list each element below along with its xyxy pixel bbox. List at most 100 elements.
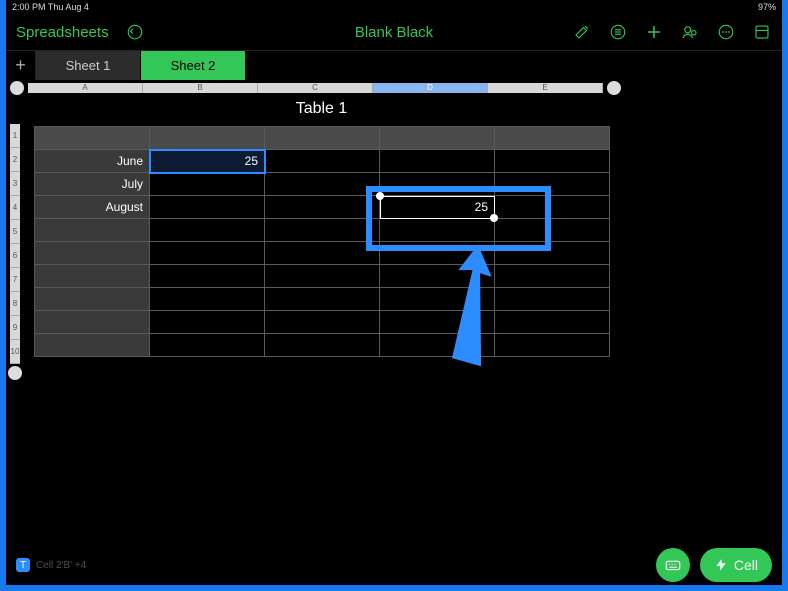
- row-header-10[interactable]: 10: [10, 340, 20, 364]
- cell-a4[interactable]: August: [35, 196, 150, 219]
- cell-a10[interactable]: [35, 334, 150, 357]
- cell-e8[interactable]: [495, 288, 610, 311]
- row-header-7[interactable]: 7: [10, 268, 20, 292]
- table-row[interactable]: [35, 242, 610, 265]
- cell-e7[interactable]: [495, 265, 610, 288]
- table-header-row[interactable]: [35, 127, 610, 150]
- cell-d6[interactable]: [380, 242, 495, 265]
- cell-d10[interactable]: [380, 334, 495, 357]
- table-row[interactable]: [35, 265, 610, 288]
- cell-c6[interactable]: [265, 242, 380, 265]
- cell-a3[interactable]: July: [35, 173, 150, 196]
- cell-d1[interactable]: [380, 127, 495, 150]
- cell-d4[interactable]: 25: [380, 196, 495, 219]
- col-ruler-origin[interactable]: [10, 81, 24, 95]
- table-row[interactable]: June 25: [35, 150, 610, 173]
- panel-icon[interactable]: [752, 22, 772, 42]
- cell-a9[interactable]: [35, 311, 150, 334]
- col-header-b[interactable]: B: [143, 83, 258, 93]
- cell-a5[interactable]: [35, 219, 150, 242]
- table-row[interactable]: [35, 219, 610, 242]
- paint-icon[interactable]: [572, 22, 592, 42]
- cell-e10[interactable]: [495, 334, 610, 357]
- collab-icon[interactable]: [680, 22, 700, 42]
- cell-d5[interactable]: [380, 219, 495, 242]
- row-header-1[interactable]: 1: [10, 124, 20, 148]
- cell-a2[interactable]: June: [35, 150, 150, 173]
- cell-b3[interactable]: [150, 173, 265, 196]
- cell-b5[interactable]: [150, 219, 265, 242]
- cell-d3[interactable]: [380, 173, 495, 196]
- table-row[interactable]: [35, 334, 610, 357]
- cell-e1[interactable]: [495, 127, 610, 150]
- col-header-e[interactable]: E: [488, 83, 603, 93]
- cell-b10[interactable]: [150, 334, 265, 357]
- col-header-d[interactable]: D: [373, 83, 488, 93]
- plus-icon[interactable]: [644, 22, 664, 42]
- cell-a8[interactable]: [35, 288, 150, 311]
- cell-c8[interactable]: [265, 288, 380, 311]
- cell-d7[interactable]: [380, 265, 495, 288]
- back-button[interactable]: Spreadsheets: [16, 24, 109, 41]
- row-header-5[interactable]: 5: [10, 220, 20, 244]
- cell-c4[interactable]: [265, 196, 380, 219]
- cell-button[interactable]: Cell: [700, 548, 772, 582]
- row-ruler[interactable]: 1 2 3 4 5 6 7 8 9 10: [6, 96, 24, 585]
- add-sheet-button[interactable]: +: [6, 51, 36, 80]
- table-row[interactable]: July: [35, 173, 610, 196]
- cell-d2[interactable]: [380, 150, 495, 173]
- selection-handle-br[interactable]: [490, 214, 498, 222]
- cell-a7[interactable]: [35, 265, 150, 288]
- cell-c10[interactable]: [265, 334, 380, 357]
- cell-e4[interactable]: [495, 196, 610, 219]
- table-row[interactable]: [35, 288, 610, 311]
- cell-b9[interactable]: [150, 311, 265, 334]
- col-header-c[interactable]: C: [258, 83, 373, 93]
- cell-b4[interactable]: [150, 196, 265, 219]
- row-header-8[interactable]: 8: [10, 292, 20, 316]
- spreadsheet-table[interactable]: June 25 July August: [34, 126, 610, 357]
- cell-e6[interactable]: [495, 242, 610, 265]
- cell-d8[interactable]: [380, 288, 495, 311]
- row-header-6[interactable]: 6: [10, 244, 20, 268]
- cell-a6[interactable]: [35, 242, 150, 265]
- more-icon[interactable]: [716, 22, 736, 42]
- tab-label: Sheet 1: [66, 58, 111, 73]
- row-header-4[interactable]: 4: [10, 196, 20, 220]
- cell-d9[interactable]: [380, 311, 495, 334]
- table-row[interactable]: [35, 311, 610, 334]
- cell-b2[interactable]: 25: [150, 150, 265, 173]
- col-header-a[interactable]: A: [28, 83, 143, 93]
- row-header-2[interactable]: 2: [10, 148, 20, 172]
- cell-c1[interactable]: [265, 127, 380, 150]
- cell-c2[interactable]: [265, 150, 380, 173]
- keyboard-button[interactable]: [656, 548, 690, 582]
- undo-icon[interactable]: [125, 22, 145, 42]
- cell-e5[interactable]: [495, 219, 610, 242]
- col-ruler-end[interactable]: [607, 81, 621, 95]
- cell-e9[interactable]: [495, 311, 610, 334]
- table-row[interactable]: August 25: [35, 196, 610, 219]
- cell-c3[interactable]: [265, 173, 380, 196]
- cell-e3[interactable]: [495, 173, 610, 196]
- table-title[interactable]: Table 1: [34, 96, 609, 126]
- text-badge-icon[interactable]: T: [16, 558, 30, 572]
- row-header-3[interactable]: 3: [10, 172, 20, 196]
- row-header-9[interactable]: 9: [10, 316, 20, 340]
- cell-c7[interactable]: [265, 265, 380, 288]
- cell-b8[interactable]: [150, 288, 265, 311]
- cell-b1[interactable]: [150, 127, 265, 150]
- status-right: 97%: [758, 2, 776, 12]
- row-ruler-end[interactable]: [8, 366, 22, 380]
- cell-b7[interactable]: [150, 265, 265, 288]
- cell-a1[interactable]: [35, 127, 150, 150]
- tab-sheet-1[interactable]: Sheet 1: [36, 51, 141, 80]
- list-icon[interactable]: [608, 22, 628, 42]
- cell-b6[interactable]: [150, 242, 265, 265]
- cell-c5[interactable]: [265, 219, 380, 242]
- tab-sheet-2[interactable]: Sheet 2: [141, 51, 246, 80]
- column-ruler[interactable]: A B C D E: [6, 80, 782, 96]
- selection-handle-tl[interactable]: [376, 192, 384, 200]
- cell-e2[interactable]: [495, 150, 610, 173]
- cell-c9[interactable]: [265, 311, 380, 334]
